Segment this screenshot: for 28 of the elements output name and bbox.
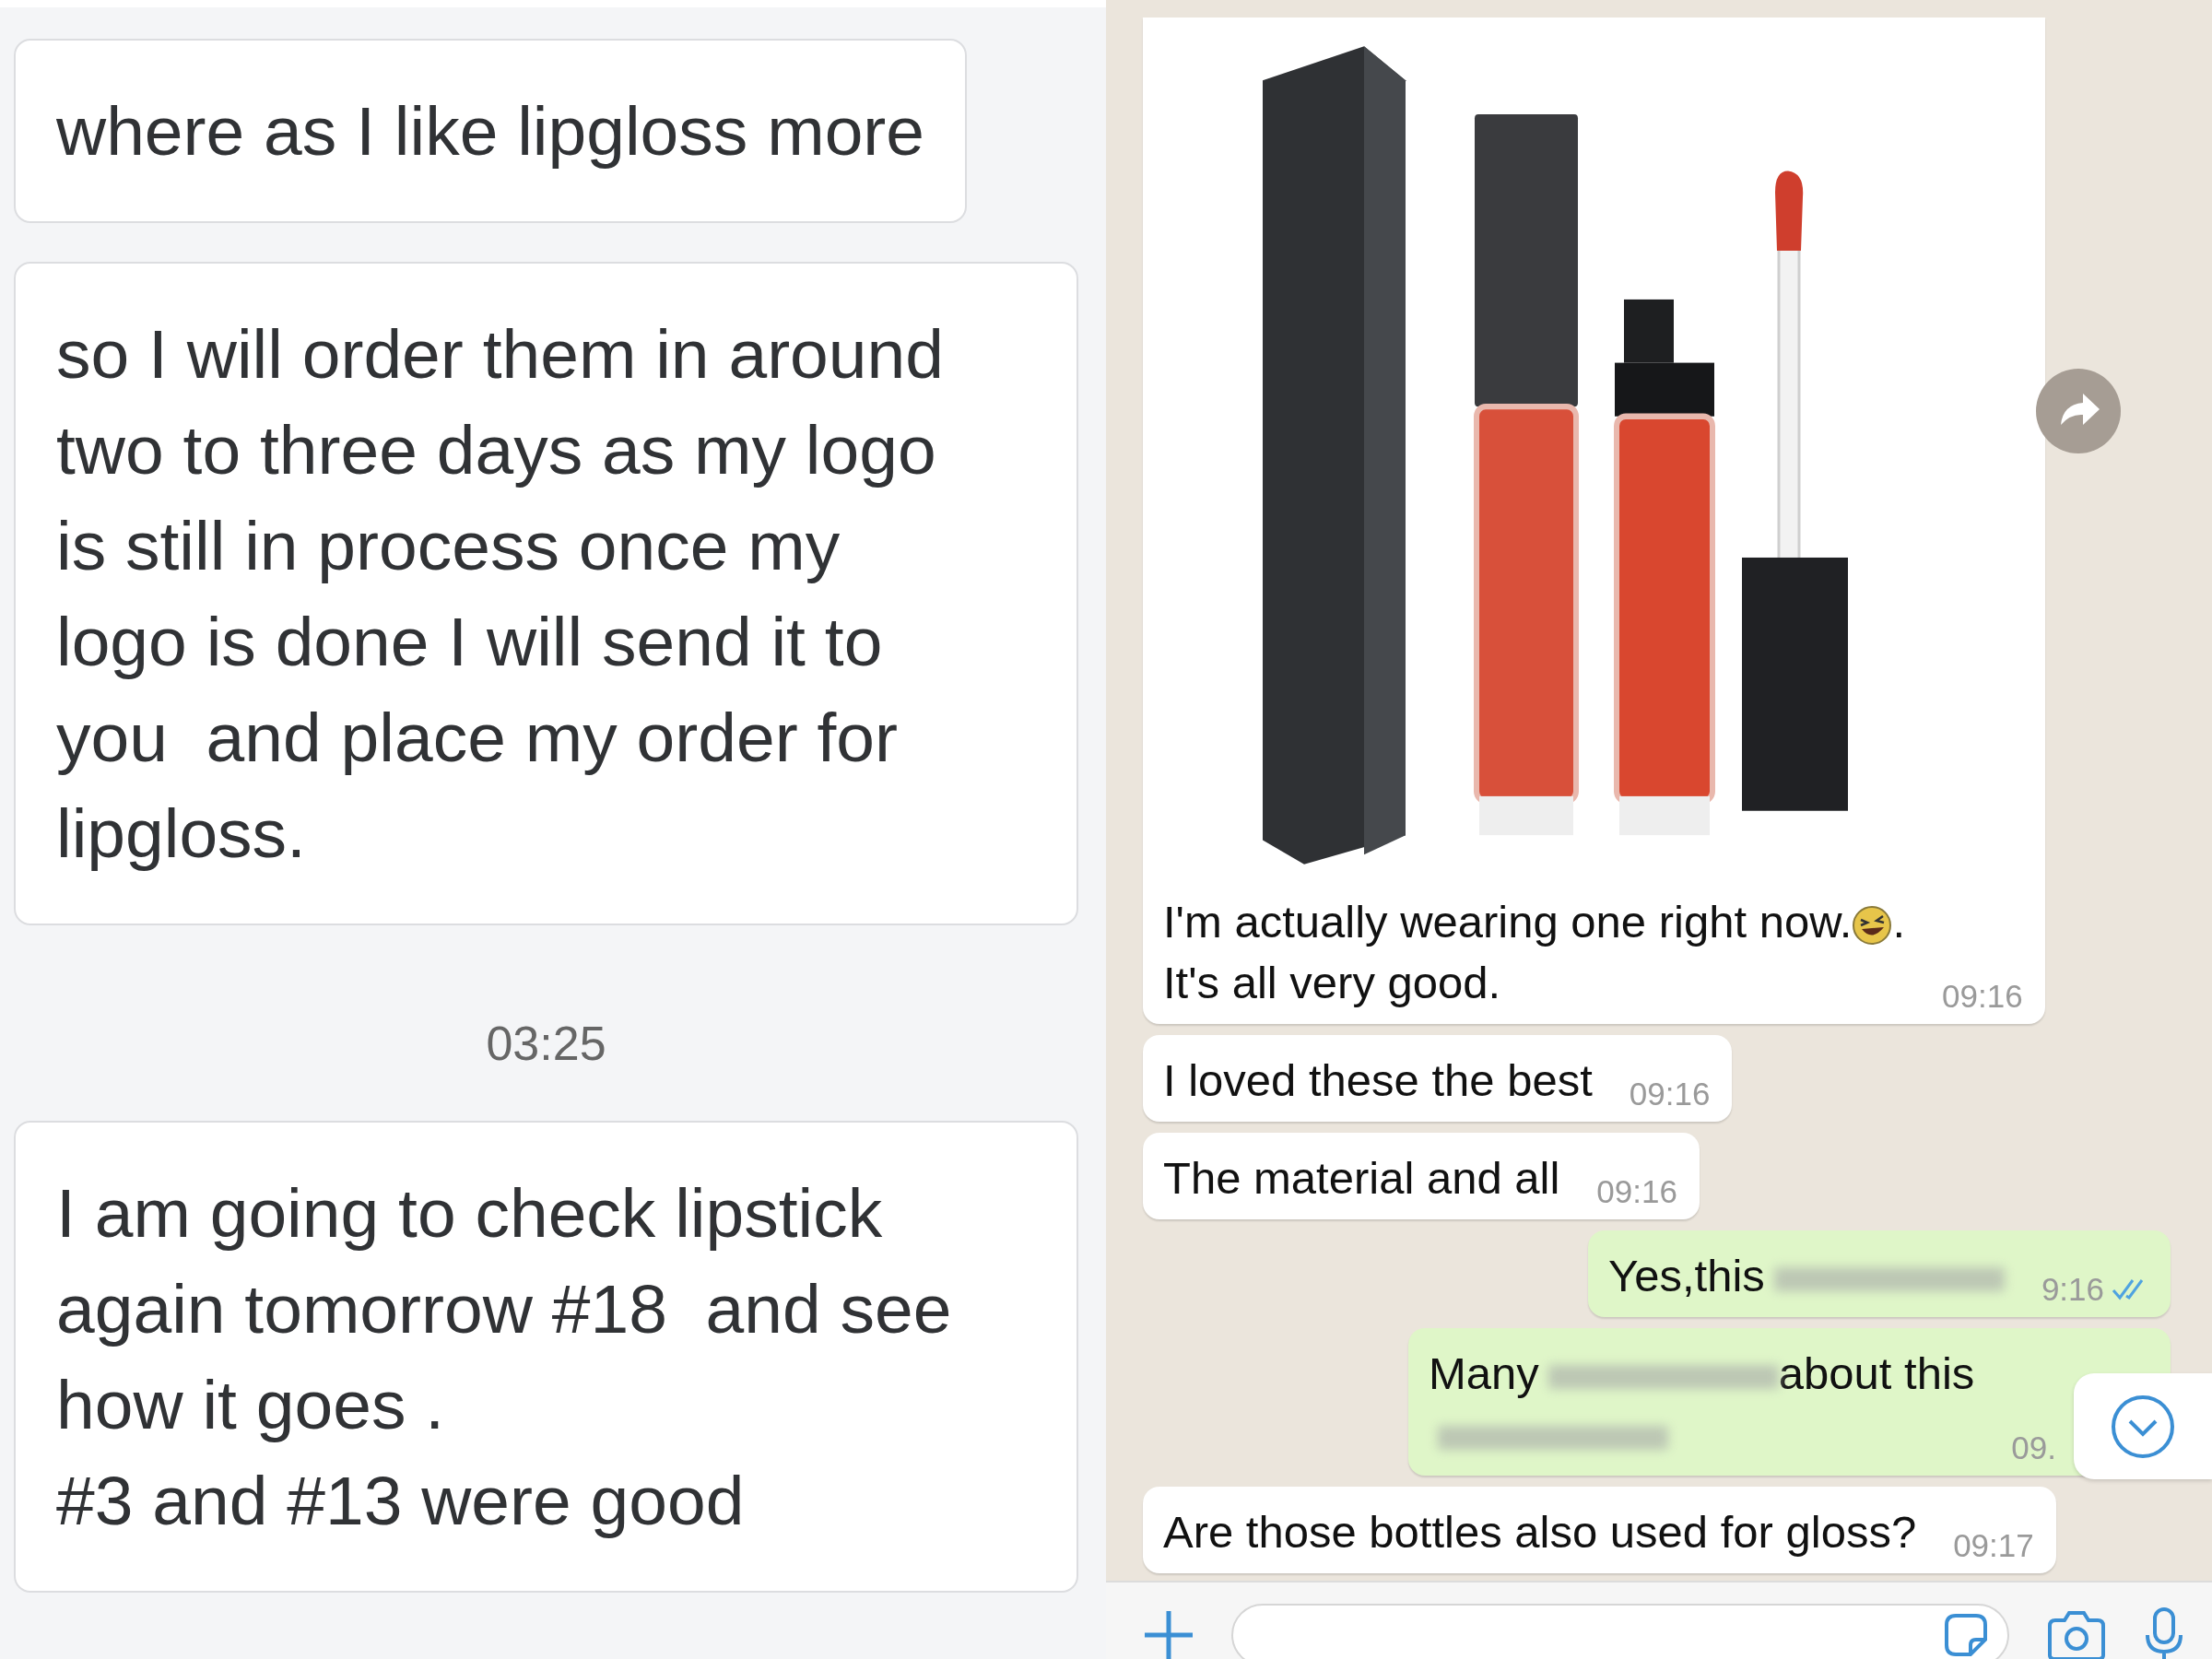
message-text: It's all very good. xyxy=(1163,958,1501,1007)
message-text: . xyxy=(1892,897,1906,947)
plus-icon[interactable] xyxy=(1143,1608,1194,1659)
message-time: 09:16 xyxy=(1596,1173,1677,1210)
message-text: I'm actually wearing one right now. xyxy=(1163,897,1853,947)
message-bubble: so I will order them in around two to three days as my logo is still in process once my logo is done I will send it to you and place my order for lipgloss. xyxy=(14,262,1078,925)
sticker-icon[interactable] xyxy=(1943,1611,1989,1658)
laughing-emoji-icon xyxy=(1852,905,1893,947)
message-input-field[interactable] xyxy=(1231,1603,2009,1659)
message-text: Are those bottles also used for gloss? xyxy=(1163,1507,1917,1557)
message-bubble: I am going to check lipstick again tomorrow #18 and see how it goes . #3 and #13 were good xyxy=(14,1121,1078,1593)
message-text: Yes,this xyxy=(1608,1251,1765,1300)
message-bubble: where as I like lipgloss more xyxy=(14,39,968,223)
message-text: Many xyxy=(1429,1348,1539,1398)
chevron-down-icon xyxy=(2110,1393,2176,1460)
message-text: The material and all xyxy=(1163,1153,1560,1203)
forward-button[interactable] xyxy=(2035,368,2122,454)
message-time: 09:17 xyxy=(1953,1527,2034,1564)
message-time: 09:16 xyxy=(1629,1076,1711,1112)
timestamp: 03:25 xyxy=(486,1016,606,1071)
message-time: 9:16 xyxy=(2041,1271,2104,1308)
scroll-down-button[interactable] xyxy=(2074,1373,2212,1479)
message-text: I loved these the best xyxy=(1163,1055,1593,1105)
message-time: 09:16 xyxy=(1942,978,2023,1015)
camera-icon[interactable] xyxy=(2046,1608,2107,1659)
message-time: 09. xyxy=(2011,1430,2056,1466)
microphone-icon[interactable] xyxy=(2144,1606,2184,1659)
message-text: about this xyxy=(1778,1348,1975,1398)
